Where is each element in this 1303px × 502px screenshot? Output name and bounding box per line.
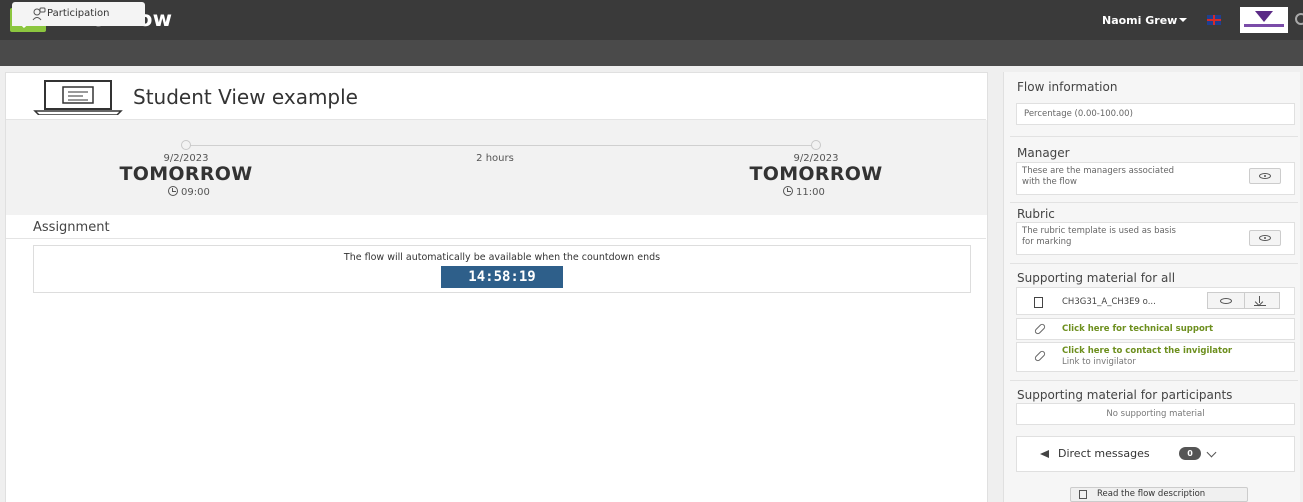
flow-grading-scale: Percentage (0.00-100.00) xyxy=(1024,109,1133,119)
timeline-line xyxy=(186,145,816,146)
participants-icon xyxy=(32,7,46,21)
assignment-heading: Assignment xyxy=(33,220,110,235)
file-icon xyxy=(1034,297,1043,308)
direct-messages-count-badge: 0 xyxy=(1179,447,1201,460)
read-flow-description-button[interactable]: Read the flow description xyxy=(1070,487,1248,502)
download-file-button[interactable] xyxy=(1244,292,1280,309)
rubric-description: The rubric template is used as basis for … xyxy=(1022,226,1176,247)
technical-support-link[interactable]: Click here for technical support xyxy=(1062,324,1213,334)
timeline-start-dot xyxy=(181,140,191,150)
timeline-end-dot xyxy=(811,140,821,150)
tab-label: Participation xyxy=(47,8,110,19)
countdown-timer: 14:58:19 xyxy=(441,266,563,288)
invigilator-link-description: Link to invigilator xyxy=(1062,357,1136,367)
supporting-material-participants-heading: Supporting material for participants xyxy=(1017,388,1233,402)
supporting-file-name[interactable]: CH3G31_A_CH3E9 o... xyxy=(1062,297,1156,307)
chevron-down-icon[interactable] xyxy=(1179,18,1187,22)
divider xyxy=(6,238,986,239)
page-title: Student View example xyxy=(133,85,358,109)
institution-logo[interactable] xyxy=(1240,7,1288,33)
clock-icon xyxy=(783,186,793,196)
direct-messages-label[interactable]: Direct messages xyxy=(1058,447,1150,460)
no-supporting-material-text: No supporting material xyxy=(1106,409,1205,419)
divider xyxy=(1010,136,1298,137)
start-time: 09:00 xyxy=(168,186,248,198)
uk-flag-icon[interactable] xyxy=(1207,15,1221,25)
flow-duration: 2 hours xyxy=(476,153,514,164)
document-icon xyxy=(1079,490,1087,499)
divider xyxy=(1010,380,1298,381)
laptop-icon xyxy=(33,80,123,115)
eye-icon xyxy=(1220,298,1232,304)
rubric-heading: Rubric xyxy=(1017,207,1055,221)
read-flow-description-label: Read the flow description xyxy=(1097,489,1206,499)
user-menu[interactable]: Naomi Grew xyxy=(1102,14,1177,27)
tab-participation[interactable]: Participation xyxy=(12,2,145,26)
divider xyxy=(1010,202,1298,203)
clock-icon xyxy=(168,186,178,196)
tab-bar xyxy=(0,40,1303,66)
download-icon xyxy=(1259,296,1260,303)
end-time: 11:00 xyxy=(783,186,863,198)
view-file-button[interactable] xyxy=(1207,292,1245,309)
start-day: TOMORROW xyxy=(119,163,253,185)
flow-information-heading: Flow information xyxy=(1017,80,1118,94)
eye-icon xyxy=(1259,173,1271,179)
supporting-material-all-heading: Supporting material for all xyxy=(1017,271,1176,285)
view-managers-button[interactable] xyxy=(1249,168,1281,184)
eye-icon xyxy=(1259,235,1271,241)
assignment-message: The flow will automatically be available… xyxy=(343,252,661,263)
more-icon[interactable] xyxy=(1295,13,1303,25)
divider xyxy=(1010,263,1298,264)
view-rubric-button[interactable] xyxy=(1249,230,1281,246)
end-day: TOMORROW xyxy=(749,163,883,185)
invigilator-link[interactable]: Click here to contact the invigilator xyxy=(1062,346,1232,356)
manager-description: These are the managers associated with th… xyxy=(1022,166,1175,187)
megaphone-icon xyxy=(1040,450,1049,458)
manager-heading: Manager xyxy=(1017,146,1070,160)
